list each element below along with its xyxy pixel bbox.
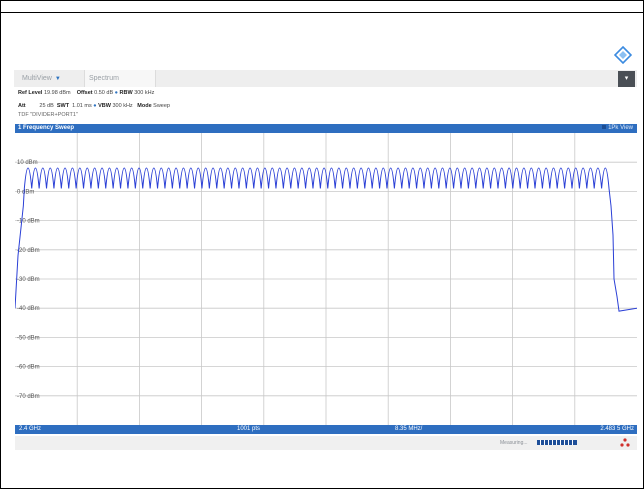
vbw-label: VBW [98, 103, 111, 109]
att-label: Att [18, 103, 26, 109]
measuring-status: Measuring... [500, 440, 528, 446]
x-stop-label: 2.483 5 GHz [600, 426, 634, 432]
tab-bar: MultiView ▼ Spectrum [14, 70, 637, 87]
y-tick-label: -70 dBm [17, 394, 40, 400]
vbw-value[interactable]: 300 kHz [112, 103, 132, 109]
app-logo-icon [614, 46, 632, 64]
coupled-dot-icon: ● [93, 103, 97, 109]
y-tick-label: -10 dBm [17, 219, 40, 225]
y-tick-label: 0 dBm [17, 189, 34, 195]
trace-indicator-icon [602, 125, 607, 129]
info-row-1: Ref Level 19.98 dBm Offset 0.50 dB ● RBW… [18, 90, 154, 96]
span-per-div-label: 8.35 MHz/ [395, 426, 423, 432]
x-axis-bar: 2.4 GHz 1001 pts 8.35 MHz/ 2.483 5 GHz [15, 425, 637, 434]
y-tick-label: -40 dBm [17, 306, 40, 312]
info-row-2: Att 25 dB SWT 1.01 ms ● VBW 300 kHz Mode… [18, 103, 170, 109]
mode-value[interactable]: Sweep [153, 103, 170, 109]
status-bar: Measuring... [15, 436, 637, 450]
view-label: 1Pk View [608, 125, 633, 131]
top-divider [0, 12, 644, 13]
ref-level-label: Ref Level [18, 90, 43, 96]
progress-bar-end [573, 440, 577, 445]
mode-label: Mode [137, 103, 152, 109]
tab-multiview[interactable]: MultiView ▼ [18, 70, 80, 87]
offset-value[interactable]: 0.50 dB [94, 90, 113, 96]
progress-bar [537, 440, 573, 445]
rbw-value[interactable]: 300 kHz [134, 90, 154, 96]
tab-spectrum-label: Spectrum [89, 75, 119, 82]
x-start-label: 2.4 GHz [19, 426, 42, 432]
offset-label: Offset [76, 90, 93, 96]
att-value[interactable]: 25 dB [39, 103, 53, 109]
view-indicator: 1Pk View [602, 124, 633, 133]
tab-spectrum[interactable]: Spectrum [84, 70, 156, 87]
y-tick-label: -20 dBm [17, 248, 40, 254]
menu-button[interactable]: ▾ [618, 71, 635, 87]
points-label: 1001 pts [237, 426, 261, 432]
y-tick-label: -50 dBm [17, 335, 40, 341]
y-tick-label: -60 dBm [17, 365, 40, 371]
spectrum-plot[interactable]: 10 dBm 0 dBm -10 dBm -20 dBm -30 dBm -40 dBm -… [15, 133, 637, 425]
tab-multiview-label: MultiView [22, 75, 52, 82]
y-tick-label: 10 dBm [17, 160, 38, 166]
panel-title-bar: 1 Frequency Sweep 1Pk View [15, 124, 637, 133]
tdf-label: TDF "DIVIDER+PORT1" [18, 112, 78, 118]
ref-level-value[interactable]: 19.98 dBm [44, 90, 71, 96]
y-tick-label: -30 dBm [17, 277, 40, 283]
swt-value[interactable]: 1.01 ms [72, 103, 92, 109]
chevron-down-icon: ▼ [54, 76, 61, 82]
network-icon[interactable] [620, 438, 630, 447]
rbw-label: RBW [119, 90, 133, 96]
panel-title: 1 Frequency Sweep [18, 125, 75, 131]
coupled-dot-icon: ● [114, 90, 118, 96]
swt-label: SWT [56, 103, 70, 109]
